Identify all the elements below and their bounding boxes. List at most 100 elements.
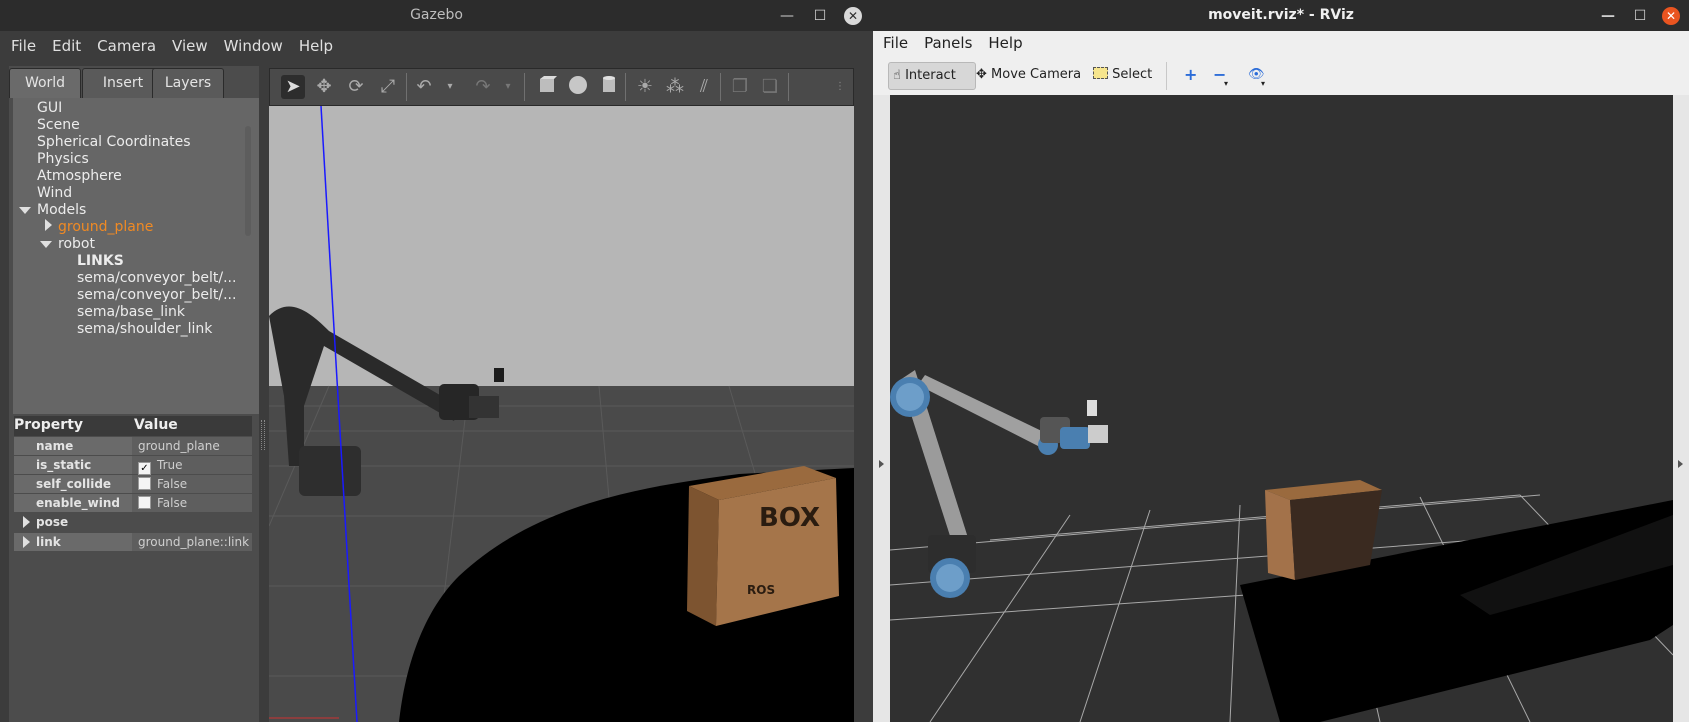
remove-dropdown-icon[interactable]: ▾	[1224, 71, 1228, 97]
property-value[interactable]: False	[134, 475, 252, 493]
move-camera-icon: ✥	[976, 67, 987, 82]
undo-dropdown-icon[interactable]: ▾	[438, 75, 462, 99]
tree-item-link[interactable]: sema/base_link	[77, 304, 185, 320]
menu-camera[interactable]: Camera	[89, 31, 164, 55]
copy-icon[interactable]: ❐	[728, 75, 752, 99]
menu-help[interactable]: Help	[291, 31, 341, 55]
menu-edit[interactable]: Edit	[44, 31, 89, 55]
property-row[interactable]: pose	[14, 513, 252, 531]
tree-scrollbar[interactable]	[245, 126, 251, 236]
menu-file[interactable]: File	[0, 31, 44, 55]
box-shape-icon[interactable]	[535, 75, 559, 99]
tree-item-atmosphere[interactable]: Atmosphere	[37, 168, 122, 184]
expand-right-panel-icon[interactable]	[1678, 460, 1683, 468]
menu-panels[interactable]: Panels	[916, 31, 980, 52]
point-light-icon[interactable]: ☀	[633, 75, 657, 99]
checkbox-checked-icon[interactable]: ✓	[138, 462, 151, 475]
maximize-icon[interactable]: ☐	[810, 6, 830, 26]
tree-item-wind[interactable]: Wind	[37, 185, 72, 201]
checkbox-icon[interactable]	[138, 496, 151, 509]
checkbox-label: False	[157, 477, 188, 491]
tree-item-robot[interactable]: robot	[58, 236, 95, 252]
property-row[interactable]: is_static ✓ True	[14, 456, 252, 475]
maximize-icon[interactable]: ☐	[1630, 6, 1650, 26]
tab-layers[interactable]: Layers	[152, 68, 224, 98]
directional-light-icon[interactable]: ⫽	[692, 75, 716, 99]
property-value[interactable]: False	[134, 494, 252, 512]
tree-item-link[interactable]: sema/conveyor_belt/...	[77, 287, 236, 303]
menu-window[interactable]: Window	[216, 31, 291, 55]
property-row[interactable]: enable_wind False	[14, 494, 252, 512]
add-tool-icon[interactable]: +	[1184, 62, 1197, 88]
rotate-icon[interactable]: ⟳	[344, 75, 368, 99]
cylinder-shape-icon[interactable]	[597, 75, 621, 99]
expand-link-icon[interactable]	[23, 536, 30, 548]
box-label: BOX	[759, 503, 820, 533]
rviz-window: moveit.rviz* - RViz — ☐ ✕ File Panels Help…	[873, 0, 1689, 722]
property-value[interactable]: ground_plane	[134, 437, 252, 455]
close-icon[interactable]: ✕	[1662, 7, 1680, 25]
gazebo-scene-render: BOX ROS	[269, 106, 854, 722]
spot-light-icon[interactable]: ⁂	[663, 75, 687, 99]
property-row[interactable]: self_collide False	[14, 475, 252, 493]
tab-world[interactable]: World	[9, 68, 81, 98]
select-rect-icon	[1093, 67, 1108, 79]
checkbox-icon[interactable]	[138, 477, 151, 490]
tree-item-scene[interactable]: Scene	[37, 117, 80, 133]
menu-view[interactable]: View	[164, 31, 216, 55]
left-dock-handle[interactable]	[873, 95, 890, 722]
sphere-shape-icon[interactable]	[566, 75, 590, 99]
checkbox-label: False	[157, 496, 188, 510]
property-key: pose	[36, 515, 69, 529]
separator	[406, 73, 407, 101]
toolbar-overflow-icon[interactable]: ⋮	[828, 75, 852, 99]
redo-dropdown-icon[interactable]: ▾	[496, 75, 520, 99]
scale-icon[interactable]: ⤢	[376, 75, 400, 99]
paste-icon[interactable]: ❏	[758, 75, 782, 99]
view-dropdown-icon[interactable]: ▾	[1261, 71, 1265, 97]
tree-item-spherical-coordinates[interactable]: Spherical Coordinates	[37, 134, 191, 150]
property-key: link	[14, 533, 132, 551]
move-camera-tool-button[interactable]: ✥ Move Camera	[976, 62, 1081, 88]
minimize-icon[interactable]: —	[1598, 6, 1618, 26]
gazebo-3d-viewport[interactable]: BOX ROS	[269, 106, 854, 722]
world-tree: GUI Scene Spherical Coordinates Physics …	[13, 98, 259, 414]
rviz-3d-viewport[interactable]	[890, 95, 1673, 722]
select-tool-button[interactable]: Select	[1093, 62, 1152, 88]
close-icon[interactable]: ✕	[844, 7, 862, 25]
gazebo-menubar: File Edit Camera View Window Help	[0, 31, 873, 62]
gazebo-window: Gazebo — ☐ ✕ File Edit Camera View Window Hel…	[0, 0, 873, 722]
property-value[interactable]: ground_plane::link	[134, 533, 252, 551]
expand-left-panel-icon[interactable]	[879, 460, 884, 468]
undo-icon[interactable]: ↶	[412, 75, 436, 99]
tree-links-header: LINKS	[77, 253, 124, 269]
property-row[interactable]: link ground_plane::link	[14, 533, 252, 551]
expand-ground-plane-icon[interactable]	[45, 219, 52, 231]
interact-tool-button[interactable]: ☝ Interact	[888, 62, 976, 90]
menu-file[interactable]: File	[873, 31, 916, 52]
tree-item-ground-plane[interactable]: ground_plane	[58, 219, 153, 235]
left-panel: World Insert Layers GUI Scene Spherical …	[9, 66, 259, 722]
property-header: Property Value	[14, 416, 252, 436]
translate-icon[interactable]: ✥	[312, 75, 336, 99]
expand-models-icon[interactable]	[19, 207, 31, 214]
interact-label: Interact	[905, 68, 956, 83]
splitter-handle[interactable]	[261, 420, 265, 450]
expand-robot-icon[interactable]	[40, 241, 52, 248]
tree-item-link[interactable]: sema/conveyor_belt/...	[77, 270, 236, 286]
redo-icon[interactable]: ↷	[471, 75, 495, 99]
move-camera-label: Move Camera	[991, 67, 1082, 82]
separator	[1166, 62, 1167, 90]
property-value[interactable]: ✓ True	[134, 456, 252, 475]
menu-help[interactable]: Help	[980, 31, 1030, 52]
tree-item-models[interactable]: Models	[37, 202, 86, 218]
property-key: is_static	[14, 456, 132, 474]
right-dock-handle[interactable]	[1673, 95, 1689, 722]
select-mode-icon[interactable]: ➤	[281, 75, 305, 99]
gazebo-toolbar: ➤ ✥ ⟳ ⤢ ↶ ▾ ↷ ▾ ☀ ⁂ ⫽ ❐ ❏ ⋮	[269, 68, 854, 106]
property-row[interactable]: name ground_plane	[14, 437, 252, 455]
tree-item-link[interactable]: sema/shoulder_link	[77, 321, 212, 337]
tree-item-physics[interactable]: Physics	[37, 151, 89, 167]
minimize-icon[interactable]: —	[777, 6, 797, 26]
tree-item-gui[interactable]: GUI	[37, 100, 62, 116]
